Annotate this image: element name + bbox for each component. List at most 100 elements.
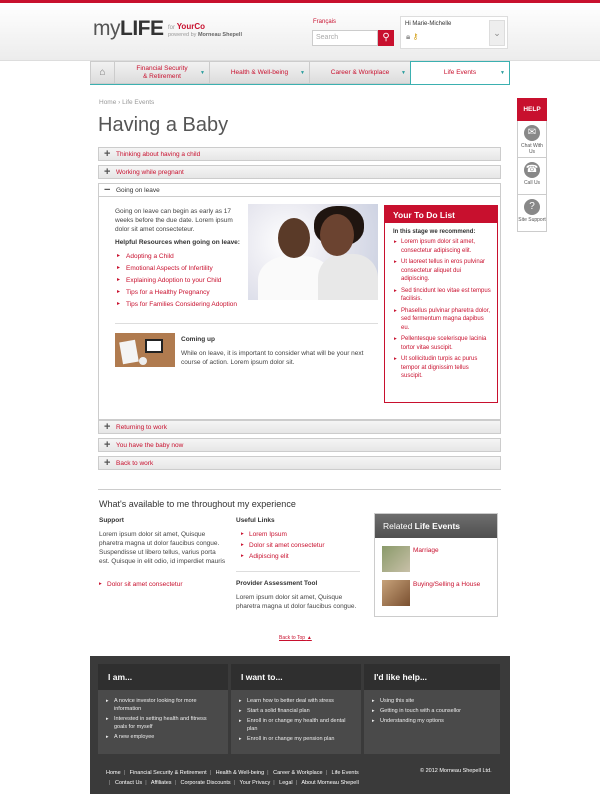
todo-item[interactable]: Pellentesque scelerisque lacinia tortor … (394, 335, 491, 352)
breadcrumb-current[interactable]: Life Events (122, 99, 154, 106)
tab-career-workplace[interactable]: Career & Workplace ▼ (309, 61, 410, 84)
footer-nav-link[interactable]: Life Events (332, 770, 359, 776)
footer-link[interactable]: Getting in touch with a counsellor (372, 707, 492, 715)
site-footer: I am... A novice investor looking for mo… (90, 656, 510, 794)
accordion-item-going-on-leave[interactable]: − Going on leave (98, 183, 501, 197)
footer-link[interactable]: A novice investor looking for more infor… (106, 697, 220, 713)
todo-item[interactable]: Lorem ipsum dolor sit amet, consectetur … (394, 238, 491, 255)
breadcrumb: Home › Life Events (99, 99, 155, 106)
useful-link[interactable]: Adipiscing elit (241, 553, 289, 560)
related-marriage-link[interactable]: Marriage (413, 547, 439, 554)
footer-col-body: Learn how to better deal with stress Sta… (231, 690, 361, 754)
search-icon: ⚲ (382, 32, 390, 43)
accordion-item-working-pregnant[interactable]: + Working while pregnant (98, 165, 501, 179)
chevron-down-icon: ▼ (500, 70, 505, 76)
todo-subtitle: In this stage we recommend: (393, 229, 476, 235)
footer-link[interactable]: Using this site (372, 697, 492, 705)
plus-icon: + (104, 457, 111, 469)
chevron-down-icon: ▼ (200, 70, 205, 76)
search-button[interactable]: ⚲ (378, 30, 394, 46)
resource-link[interactable]: Tips for a Healthy Pregnancy (117, 288, 247, 297)
site-header: myLIFE for YourCo powered by Morneau She… (0, 3, 600, 61)
search-input[interactable]: Search (312, 30, 378, 46)
lock-icon[interactable]: 🔒︎ (406, 32, 410, 41)
help-sidebar: HELP ✉ Chat With Us ☎ Call Us ? Site Suppor… (517, 98, 547, 232)
footer-nav-link[interactable]: About Morneau Shepell (301, 780, 358, 786)
resources-list: Adopting a Child Emotional Aspects of In… (117, 252, 247, 312)
useful-link[interactable]: Dolor sit amet consectetur (241, 542, 325, 549)
footer-col-title: I am... (98, 664, 228, 690)
useful-link[interactable]: Lorem Ipsum (241, 531, 287, 538)
help-button[interactable]: HELP (517, 98, 547, 121)
footer-col-title: I'd like help... (364, 664, 500, 690)
main-nav: ⌂ Financial Security & Retirement ▼ Healt… (90, 61, 510, 84)
mylife-logo[interactable]: myLIFE (93, 17, 164, 41)
footer-col-body: A novice investor looking for more infor… (98, 690, 228, 754)
useful-links-heading: Useful Links (236, 517, 275, 524)
home-tab[interactable]: ⌂ (90, 61, 114, 84)
todo-item[interactable]: Sed tincidunt leo vitae est tempus facil… (394, 287, 491, 304)
user-menu-chevron-icon[interactable]: ⌄ (489, 20, 505, 46)
accordion-item-back-to-work[interactable]: + Back to work (98, 456, 501, 470)
tab-life-events[interactable]: Life Events ▼ (410, 61, 510, 84)
nav-underline (90, 84, 510, 85)
support-button[interactable]: ? Site Support (517, 195, 547, 232)
user-greeting: Hi Marie-Michelle (405, 21, 452, 27)
related-life-events: Related Life Events Marriage Buying/Sell… (374, 513, 498, 617)
arrow-up-icon: ▲ (306, 635, 312, 641)
copyright: © 2012 Morneau Shepell Ltd. (420, 768, 492, 774)
plus-icon: + (104, 148, 111, 160)
footer-link[interactable]: Enroll in or change my health and dental… (239, 717, 353, 733)
footer-nav-link[interactable]: Your Privacy (240, 780, 271, 786)
language-link[interactable]: Français (313, 19, 336, 25)
footer-nav-link[interactable]: Health & Well-being (216, 770, 265, 776)
company-label: for YourCo (168, 22, 205, 31)
home-icon: ⌂ (99, 67, 106, 78)
footer-nav-link[interactable]: Financial Security & Retirement (130, 770, 207, 776)
marriage-thumbnail (382, 546, 410, 572)
footer-nav-link[interactable]: Home (106, 770, 121, 776)
resources-heading: Helpful Resources when going on leave: (115, 239, 240, 246)
chat-button[interactable]: ✉ Chat With Us (517, 121, 547, 158)
tab-financial-security[interactable]: Financial Security & Retirement ▼ (114, 61, 209, 84)
related-house-link[interactable]: Buying/Selling a House (413, 581, 480, 588)
footer-nav-link[interactable]: Career & Workplace (273, 770, 322, 776)
minus-icon: − (104, 184, 111, 196)
accordion-item-thinking[interactable]: + Thinking about having a child (98, 147, 501, 161)
provider-heading: Provider Assessment Tool (236, 580, 318, 587)
accordion-item-returning[interactable]: + Returning to work (98, 420, 501, 434)
footer-nav-link[interactable]: Legal (279, 780, 292, 786)
tab-health-wellbeing[interactable]: Health & Well-being ▼ (209, 61, 309, 84)
footer-nav-link[interactable]: Corporate Discounts (181, 780, 231, 786)
footer-nav-link[interactable]: Contact Us (115, 780, 142, 786)
plus-icon: + (104, 439, 111, 451)
footer-link[interactable]: Interested in setting health and fitness… (106, 715, 220, 731)
key-icon[interactable]: ⚷ (413, 32, 419, 41)
plus-icon: + (104, 421, 111, 433)
support-heading: Support (99, 517, 124, 524)
footer-link[interactable]: A new employee (106, 733, 220, 741)
resource-link[interactable]: Tips for Families Considering Adoption (117, 300, 247, 309)
chat-icon: ✉ (524, 125, 540, 141)
footer-col-title: I want to... (231, 664, 361, 690)
todo-item[interactable]: Phasellus pulvinar pharetra dolor, sed f… (394, 307, 491, 333)
todo-item[interactable]: Ut sollicitudin turpis ac purus tempor a… (394, 355, 491, 381)
divider (236, 571, 360, 572)
footer-link[interactable]: Enroll in or change my pension plan (239, 735, 353, 743)
resource-link[interactable]: Explaining Adoption to your Child (117, 276, 247, 285)
breadcrumb-home[interactable]: Home (99, 99, 116, 106)
plus-icon: + (104, 166, 111, 178)
house-thumbnail (382, 580, 410, 606)
footer-link[interactable]: Understanding my options (372, 717, 492, 725)
footer-link[interactable]: Start a solid financial plan (239, 707, 353, 715)
call-button[interactable]: ☎ Call Us (517, 158, 547, 195)
support-link[interactable]: Dolor sit amet consectetur (99, 581, 183, 588)
accordion-item-baby-now[interactable]: + You have the baby now (98, 438, 501, 452)
resource-link[interactable]: Adopting a Child (117, 252, 247, 261)
back-to-top-link[interactable]: Back to Top ▲ (279, 634, 312, 641)
resource-link[interactable]: Emotional Aspects of Infertility (117, 264, 247, 273)
coming-up-title: Coming up (181, 336, 215, 343)
todo-item[interactable]: Ut laoreet tellus in eros pulvinar conse… (394, 258, 491, 284)
footer-link[interactable]: Learn how to better deal with stress (239, 697, 353, 705)
footer-nav-link[interactable]: Affiliates (151, 780, 172, 786)
